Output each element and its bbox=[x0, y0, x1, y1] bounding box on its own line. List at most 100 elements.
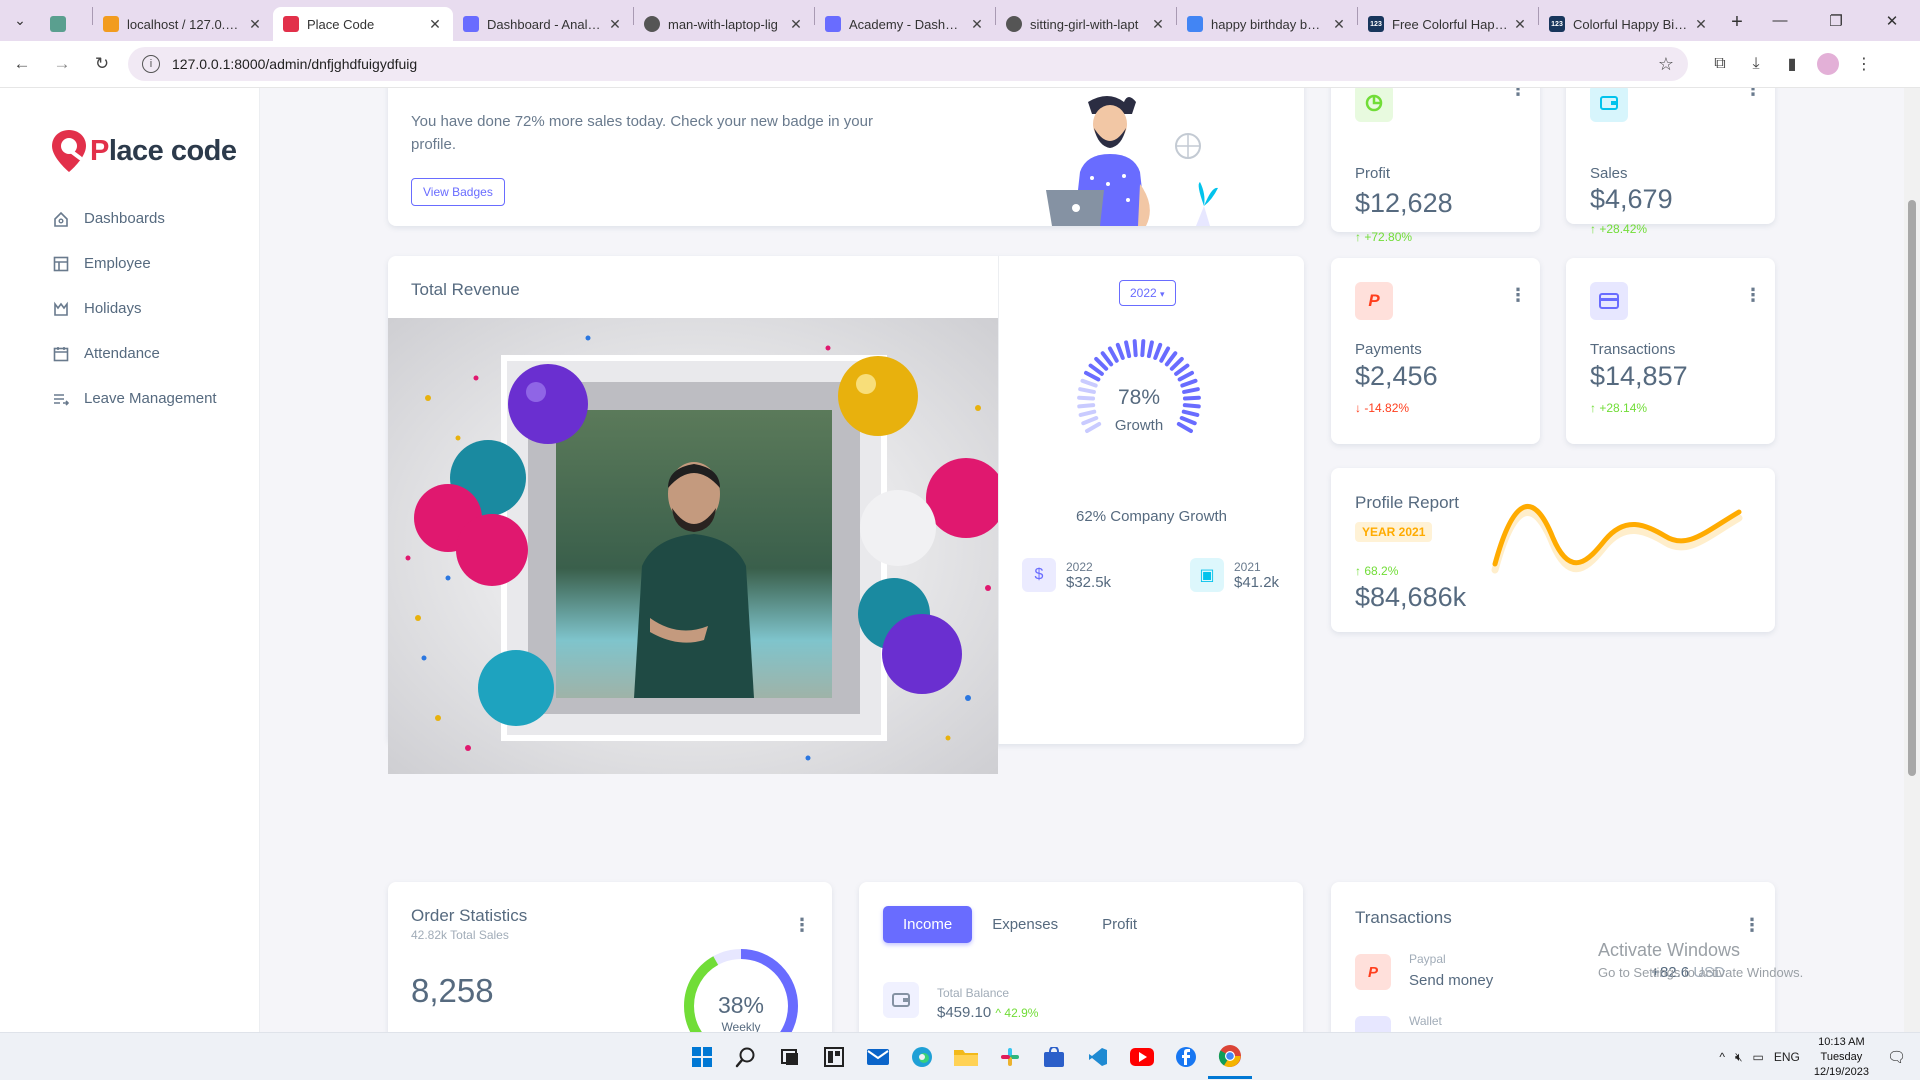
sneat-icon bbox=[463, 16, 479, 32]
browser-menu-icon[interactable]: ⋮ bbox=[1846, 46, 1882, 82]
birthday-photo-frame[interactable] bbox=[388, 318, 998, 774]
notification-icon[interactable]: 🗨︎ bbox=[1887, 1048, 1906, 1066]
activate-windows-watermark: Activate Windows Go to Settings to activ… bbox=[1598, 940, 1803, 980]
sidebar-item-dashboards[interactable]: Dashboards bbox=[52, 196, 217, 241]
gauge-tick bbox=[1078, 409, 1097, 417]
vscode-icon[interactable] bbox=[1076, 1035, 1120, 1079]
123-icon: 123 bbox=[1368, 16, 1384, 32]
speaker-muted-icon[interactable]: 🔇︎ bbox=[1735, 1050, 1743, 1065]
close-tab-icon[interactable]: ✕ bbox=[427, 16, 443, 33]
browser-tab[interactable]: sitting-girl-with-lapt ✕ bbox=[996, 7, 1176, 41]
scrollbar-thumb[interactable] bbox=[1908, 200, 1916, 776]
gauge-tick bbox=[1153, 342, 1163, 360]
payments-menu-icon[interactable]: ⋮ bbox=[1509, 286, 1527, 304]
sales-menu-icon[interactable]: ⋮ bbox=[1744, 88, 1762, 98]
windows-start-icon[interactable] bbox=[680, 1035, 724, 1079]
browser-tab[interactable]: 123 Free Colorful Happy ✕ bbox=[1358, 7, 1538, 41]
chevron-down-icon: ▾ bbox=[1160, 289, 1165, 299]
sidebar-item-attendance[interactable]: Attendance bbox=[52, 331, 217, 376]
activate-windows-subtitle: Go to Settings to activate Windows. bbox=[1598, 965, 1804, 980]
network-icon[interactable]: ▭ bbox=[1753, 1050, 1764, 1064]
transaction-action: Send money bbox=[1409, 972, 1494, 989]
sidebar-item-leave-management[interactable]: Leave Management bbox=[52, 376, 217, 421]
task-view-icon[interactable] bbox=[768, 1035, 812, 1079]
store-icon[interactable] bbox=[1032, 1035, 1076, 1079]
close-tab-icon[interactable]: ✕ bbox=[1331, 16, 1347, 33]
close-window-icon[interactable]: ✕ bbox=[1864, 0, 1920, 41]
browser-tab[interactable]: Academy - Dashboa ✕ bbox=[815, 7, 995, 41]
tab-expenses[interactable]: Expenses bbox=[972, 906, 1078, 943]
profile-avatar[interactable] bbox=[1810, 46, 1846, 82]
close-tab-icon[interactable]: ✕ bbox=[969, 16, 985, 33]
close-tab-icon[interactable]: ✕ bbox=[1150, 16, 1166, 33]
restore-icon[interactable]: ❐ bbox=[1808, 0, 1864, 41]
chevron-up-icon[interactable]: ^ bbox=[1719, 1050, 1725, 1064]
browser-tab[interactable]: 123 Colorful Happy Birth ✕ bbox=[1539, 7, 1719, 41]
close-tab-icon[interactable]: ✕ bbox=[607, 16, 623, 33]
forward-icon[interactable]: → bbox=[44, 46, 80, 82]
sales-label: Sales bbox=[1590, 165, 1628, 182]
close-tab-icon[interactable]: ✕ bbox=[1512, 16, 1528, 33]
browser-tab[interactable]: man-with-laptop-lig ✕ bbox=[634, 7, 814, 41]
site-info-icon[interactable]: i bbox=[142, 55, 160, 73]
address-bar-row: ← → ↻ i 127.0.0.1:8000/admin/dnfjghdfuig… bbox=[0, 41, 1920, 88]
edge-browser-icon[interactable] bbox=[900, 1035, 944, 1079]
slack-icon[interactable] bbox=[988, 1035, 1032, 1079]
gauge-tick bbox=[1177, 370, 1195, 382]
reload-icon[interactable]: ↻ bbox=[84, 46, 120, 82]
payments-card: P ⋮ Payments $2,456 ↓ -14.82% bbox=[1331, 258, 1540, 444]
gauge-tick bbox=[1140, 339, 1146, 358]
brand-logo[interactable]: Place code bbox=[50, 128, 237, 174]
search-icon[interactable] bbox=[724, 1035, 768, 1079]
gauge-tick bbox=[1159, 346, 1171, 363]
sidepanel-icon[interactable]: ▮ bbox=[1774, 46, 1810, 82]
tab-search-icon[interactable]: ⌄ bbox=[0, 0, 40, 41]
transactions-list-title: Transactions bbox=[1355, 908, 1452, 927]
browser-tab[interactable]: Dashboard - Analytic ✕ bbox=[453, 7, 633, 41]
bookmark-star-icon[interactable]: ☆ bbox=[1658, 54, 1674, 75]
clock[interactable]: 10:13 AM Tuesday 12/19/2023 bbox=[1814, 1035, 1869, 1080]
new-tab-button[interactable]: + bbox=[1719, 11, 1755, 34]
widgets-icon[interactable] bbox=[812, 1035, 856, 1079]
man-with-laptop-illustration bbox=[1046, 96, 1218, 226]
language-indicator[interactable]: ENG bbox=[1774, 1050, 1800, 1064]
sidebar-item-holidays[interactable]: Holidays bbox=[52, 286, 217, 331]
back-icon[interactable]: ← bbox=[4, 46, 40, 82]
sales-change: ↑ +28.42% bbox=[1590, 222, 1648, 236]
view-badges-button[interactable]: View Badges bbox=[411, 178, 505, 206]
url-text[interactable]: 127.0.0.1:8000/admin/dnfjghdfuigydfuig bbox=[172, 56, 1658, 72]
browser-tab[interactable] bbox=[40, 7, 92, 41]
mail-icon[interactable] bbox=[856, 1035, 900, 1079]
close-tab-icon[interactable]: ✕ bbox=[247, 16, 263, 33]
browser-tab[interactable]: happy birthday back ✕ bbox=[1177, 7, 1357, 41]
gauge-tick bbox=[1080, 378, 1098, 388]
sidebar-item-employee[interactable]: Employee bbox=[52, 241, 217, 286]
file-explorer-icon[interactable] bbox=[944, 1035, 988, 1079]
arrow-up-icon: ↑ bbox=[1355, 230, 1361, 244]
chrome-icon[interactable] bbox=[1208, 1035, 1252, 1079]
tab-title: sitting-girl-with-lapt bbox=[1030, 16, 1139, 32]
minimize-icon[interactable]: — bbox=[1752, 0, 1808, 41]
transactions-list-menu-icon[interactable]: ⋮ bbox=[1743, 916, 1761, 934]
transaction-row[interactable]: Wallet bbox=[1355, 1014, 1751, 1032]
transaction-source: Wallet bbox=[1409, 1014, 1442, 1028]
facebook-icon[interactable] bbox=[1164, 1035, 1208, 1079]
close-tab-icon[interactable]: ✕ bbox=[1693, 16, 1709, 33]
transactions-stat-menu-icon[interactable]: ⋮ bbox=[1744, 286, 1762, 304]
extensions-icon[interactable]: ⧉ bbox=[1702, 46, 1738, 82]
youtube-icon[interactable] bbox=[1120, 1035, 1164, 1079]
profit-menu-icon[interactable]: ⋮ bbox=[1509, 88, 1527, 98]
total-balance-label: Total Balance bbox=[937, 986, 1010, 1000]
close-tab-icon[interactable]: ✕ bbox=[788, 16, 804, 33]
url-input[interactable]: i 127.0.0.1:8000/admin/dnfjghdfuigydfuig… bbox=[128, 47, 1688, 81]
order-statistics-menu-icon[interactable]: ⋮ bbox=[793, 916, 811, 934]
year-select[interactable]: 2022 ▾ bbox=[1119, 280, 1176, 306]
download-icon[interactable]: ⤓ bbox=[1738, 46, 1774, 82]
tab-income[interactable]: Income bbox=[883, 906, 973, 943]
page-scrollbar[interactable] bbox=[1904, 88, 1920, 1032]
sales-value: $4,679 bbox=[1590, 184, 1673, 214]
browser-tab[interactable]: localhost / 127.0.0.1 ✕ bbox=[93, 7, 273, 41]
browser-tab[interactable]: Place Code ✕ bbox=[273, 7, 453, 41]
profile-report-line-chart bbox=[1491, 504, 1743, 574]
tab-profit[interactable]: Profit bbox=[1082, 906, 1157, 943]
